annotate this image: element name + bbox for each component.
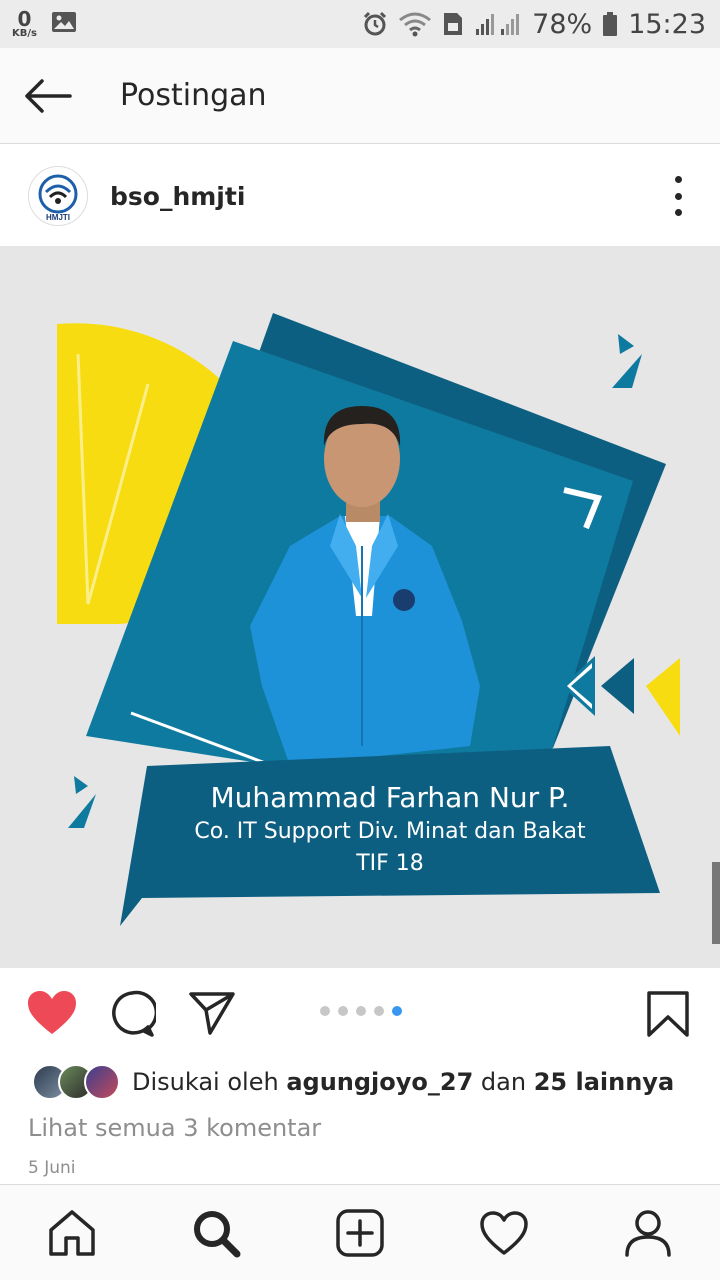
bottom-nav	[0, 1184, 720, 1280]
carousel-indicator	[320, 1006, 402, 1016]
liker-username[interactable]: agungjoyo_27	[286, 1068, 473, 1096]
likes-prefix: Disukai oleh	[132, 1068, 287, 1096]
post-actions	[0, 968, 720, 1058]
more-options-icon[interactable]	[668, 176, 688, 216]
activity-icon	[480, 1211, 528, 1255]
likes-others[interactable]: 25 lainnya	[534, 1068, 674, 1096]
battery-icon	[602, 11, 618, 37]
nav-activity[interactable]	[478, 1207, 530, 1259]
battery-level: 78%	[532, 8, 593, 40]
nav-search[interactable]	[190, 1207, 242, 1259]
image-icon	[51, 10, 77, 38]
clock: 15:23	[628, 8, 706, 40]
home-icon	[49, 1210, 95, 1256]
post-header: HMJTI bso_hmjti	[0, 146, 720, 246]
wifi-icon	[398, 11, 432, 37]
add-icon	[336, 1209, 384, 1257]
image-caption: Muhammad Farhan Nur P. Co. IT Support Di…	[160, 780, 620, 880]
avatar[interactable]: HMJTI	[28, 166, 88, 226]
nav-add[interactable]	[334, 1207, 386, 1259]
post-date: 5 Juni	[28, 1158, 76, 1178]
like-button[interactable]	[26, 990, 78, 1040]
app-bar: Postingan	[0, 48, 720, 144]
send-icon	[189, 992, 235, 1035]
view-comments-link[interactable]: Lihat semua 3 komentar	[28, 1114, 321, 1142]
comment-icon	[112, 990, 159, 1037]
caption-name: Muhammad Farhan Nur P.	[210, 781, 570, 814]
heart-icon	[28, 991, 76, 1034]
signal-icon	[474, 11, 522, 37]
back-button[interactable]	[0, 48, 96, 144]
page-title: Postingan	[120, 78, 267, 113]
comment-button[interactable]	[108, 990, 159, 1042]
share-button[interactable]	[188, 990, 236, 1040]
arrow-left-icon	[25, 78, 72, 113]
alarm-icon	[362, 11, 388, 37]
post-image[interactable]: Muhammad Farhan Nur P. Co. IT Support Di…	[0, 246, 720, 968]
network-speed-value: 0	[17, 7, 32, 31]
caption-role: Co. IT Support Div. Minat dan Bakat	[194, 819, 586, 844]
avatar-logo-text: HMJTI	[46, 213, 70, 222]
nav-home[interactable]	[46, 1207, 98, 1259]
likes-text: Disukai oleh agungjoyo_27 dan 25 lainnya	[132, 1068, 674, 1096]
liker-avatars	[32, 1064, 120, 1100]
nav-profile[interactable]	[622, 1207, 674, 1259]
search-icon	[194, 1211, 241, 1258]
hmjti-logo: HMJTI	[38, 174, 78, 222]
profile-icon	[625, 1210, 671, 1257]
network-speed-unit: KB/s	[12, 28, 37, 39]
save-button[interactable]	[646, 990, 690, 1042]
post-username[interactable]: bso_hmjti	[110, 182, 245, 211]
likes-middle: dan	[473, 1068, 534, 1096]
sim-icon	[442, 11, 464, 37]
scrollbar[interactable]	[712, 862, 720, 944]
caption-year: TIF 18	[356, 851, 424, 876]
liker-avatar	[84, 1064, 120, 1100]
bookmark-icon	[647, 991, 689, 1037]
likes-row[interactable]: Disukai oleh agungjoyo_27 dan 25 lainnya	[32, 1062, 674, 1102]
status-bar: 0 KB/s 78% 15:23	[0, 0, 720, 48]
network-speed: 0 KB/s	[12, 9, 37, 39]
